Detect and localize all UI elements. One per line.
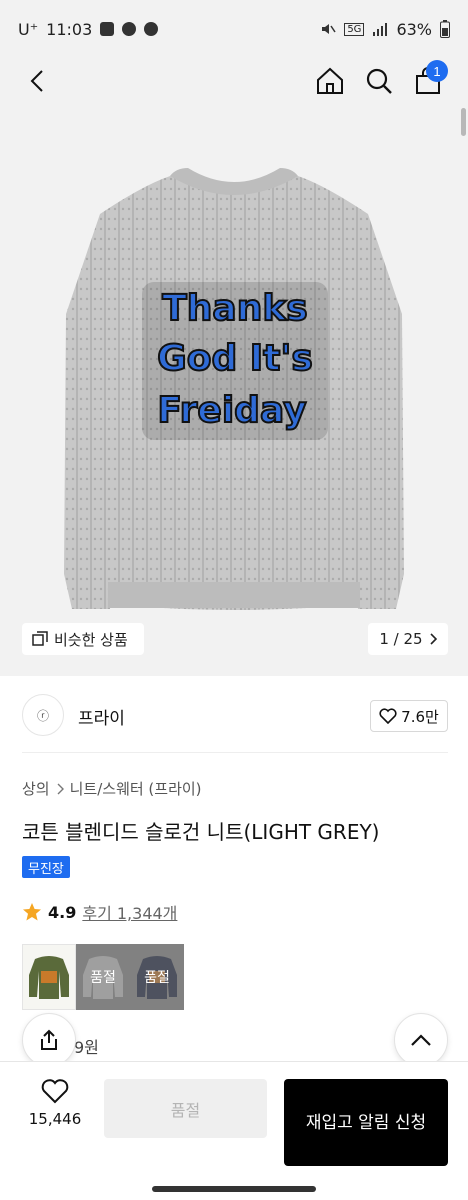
similar-items-icon (32, 631, 48, 646)
rating-row: 4.9 후기 1,344개 (22, 900, 177, 924)
brand-like-count: 7.6만 (401, 707, 439, 726)
soldout-overlay: 품절 (76, 944, 130, 1010)
chevron-left-icon (30, 70, 43, 92)
heart-icon (379, 708, 397, 724)
product-photo: Thanks God It's Freiday (64, 168, 404, 610)
chevron-right-icon (57, 783, 64, 794)
share-button[interactable] (22, 1013, 76, 1067)
gallery-notification-icon (100, 22, 115, 36)
cart-count-badge: 1 (426, 60, 448, 82)
restock-alert-button[interactable]: 재입고 알림 신청 (284, 1079, 448, 1166)
clock: 11:03 (46, 19, 93, 39)
back-button[interactable] (18, 58, 58, 104)
soldout-button[interactable]: 품절 (104, 1079, 267, 1138)
status-bar: U⁺ 11:03 5G 63% (0, 0, 468, 58)
color-option-olive[interactable] (22, 944, 76, 1010)
battery-icon (440, 20, 450, 38)
talk-notification-icon (122, 22, 137, 36)
image-counter[interactable]: 1 / 25 (368, 623, 448, 655)
mute-icon (322, 24, 336, 34)
home-button[interactable] (310, 58, 350, 104)
brand-name[interactable]: 프라이 (78, 704, 125, 729)
status-left: U⁺ 11:03 (18, 19, 159, 39)
brand-like-button[interactable]: 7.6만 (370, 700, 448, 732)
color-option-navy[interactable]: 품절 (130, 944, 184, 1010)
chevron-up-icon (411, 1034, 431, 1046)
status-right: 5G 63% (320, 20, 450, 39)
heart-icon (41, 1079, 69, 1104)
breadcrumb-category[interactable]: 상의 (22, 778, 50, 799)
chat-notification-icon (144, 22, 159, 36)
brand-row: ⓡ 프라이 7.6만 (0, 676, 468, 754)
product-title: 코튼 블렌디드 슬로건 니트(LIGHT GREY) (22, 820, 380, 844)
price-partial: 9원 (74, 1038, 99, 1057)
divider (22, 752, 448, 753)
review-count-link[interactable]: 후기 1,344개 (82, 900, 177, 924)
chevron-right-icon (430, 633, 437, 645)
star-icon (23, 903, 41, 921)
soldout-overlay: 품절 (130, 944, 184, 1010)
wishlist-count: 15,446 (28, 1110, 82, 1128)
print-line-2: God It's (157, 338, 313, 379)
wishlist-button[interactable]: 15,446 (22, 1078, 88, 1128)
image-counter-text: 1 / 25 (379, 630, 423, 648)
system-navigation-bar (0, 1173, 468, 1200)
print-line-1: Thanks (162, 288, 307, 329)
scroll-to-top-button[interactable] (394, 1013, 448, 1067)
brand-logo-mark: ⓡ (36, 708, 49, 723)
top-navigation: 1 (0, 58, 468, 104)
rating-value: 4.9 (48, 902, 77, 922)
similar-products-button[interactable]: 비슷한 상품 (22, 623, 144, 655)
color-option-light-grey[interactable]: 품절 (76, 944, 130, 1010)
bottom-action-bar: 15,446 품절 재입고 알림 신청 (0, 1061, 468, 1173)
similar-products-label: 비슷한 상품 (54, 630, 128, 649)
shipping-badge: 무진장 (22, 856, 70, 878)
breadcrumb-subcategory[interactable]: 니트/스웨터 (프라이) (70, 778, 202, 799)
print-line-3: Freiday (157, 390, 306, 431)
cart-button[interactable]: 1 (408, 58, 448, 104)
product-image-gallery[interactable]: Thanks God It's Freiday 비슷한 상품 1 / 25 (0, 104, 468, 676)
search-icon (366, 68, 392, 94)
share-icon (41, 1029, 57, 1050)
home-icon (317, 67, 343, 94)
signal-icon (373, 23, 388, 36)
breadcrumb: 상의 니트/스웨터 (프라이) (22, 778, 202, 799)
network-type-icon: 5G (344, 22, 365, 36)
battery-percent: 63% (396, 19, 432, 39)
home-indicator[interactable] (152, 1186, 316, 1192)
brand-logo[interactable]: ⓡ (22, 694, 64, 736)
olive-sweater-thumbnail (29, 956, 69, 999)
color-options: 품절 품절 (22, 944, 184, 1010)
carrier-label: U⁺ (18, 19, 39, 39)
search-button[interactable] (359, 58, 399, 104)
